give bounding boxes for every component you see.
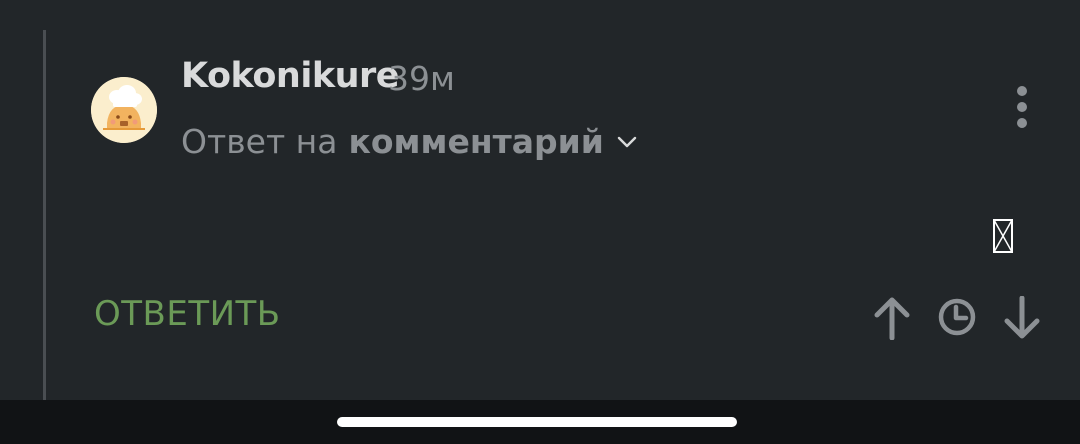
author-name[interactable]: Kokonikure — [181, 56, 400, 96]
reply-button[interactable]: ОТВЕТИТЬ — [94, 294, 281, 334]
arrow-down-icon[interactable] — [1002, 296, 1042, 340]
system-nav-bar — [0, 400, 1080, 444]
reply-to-link[interactable]: Ответ на комментарий — [181, 122, 638, 161]
arrow-up-icon[interactable] — [872, 296, 912, 340]
clock-icon[interactable] — [937, 297, 977, 337]
home-indicator[interactable] — [337, 417, 737, 427]
comment-screen: Kokonikure 39м Ответ на комментарий ОТВЕ… — [0, 0, 1080, 444]
chevron-down-icon — [617, 136, 637, 147]
more-vertical-icon[interactable] — [1008, 84, 1036, 130]
broken-image-icon — [993, 219, 1013, 253]
reply-to-prefix: Ответ на — [181, 122, 338, 161]
thread-line — [43, 30, 46, 400]
comment-time: 39м — [388, 59, 455, 98]
author-avatar[interactable] — [91, 77, 157, 143]
reply-to-target: комментарий — [348, 122, 604, 161]
